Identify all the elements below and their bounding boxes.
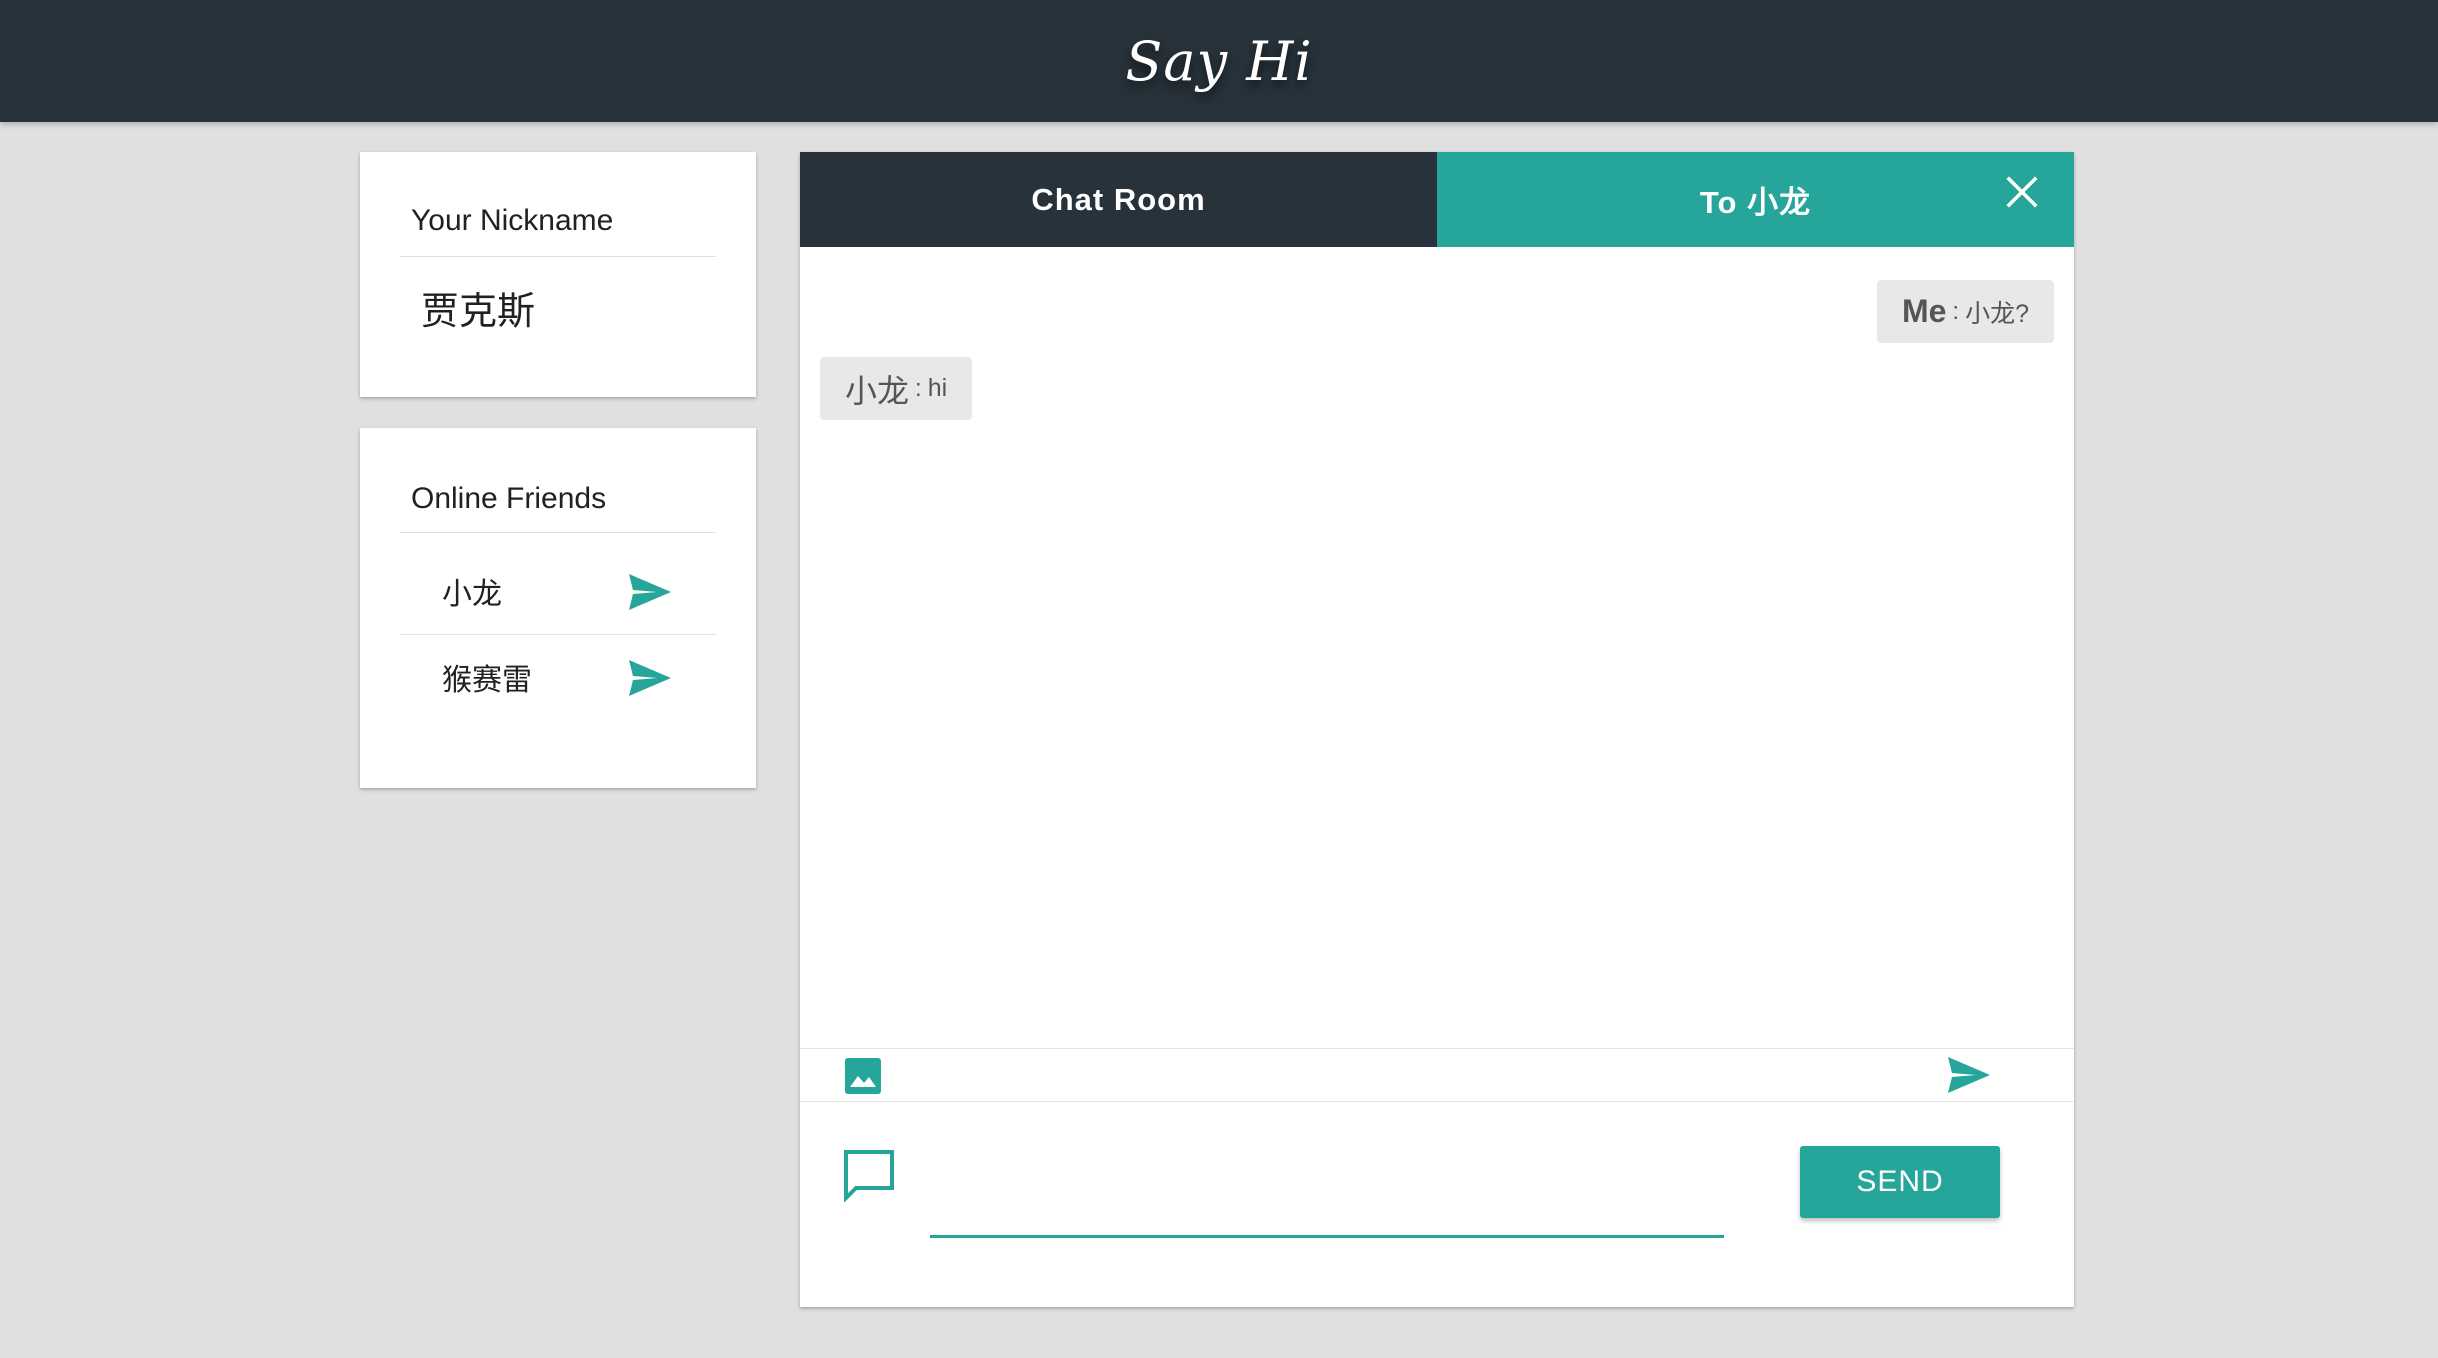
tab-private-chat[interactable]: To 小龙 (1437, 152, 2074, 247)
message-separator: : (1952, 297, 1960, 325)
app-header: Say Hi (0, 0, 2438, 122)
nickname-card-title: Your Nickname (411, 204, 614, 237)
send-icon[interactable] (627, 658, 673, 698)
send-button[interactable]: SEND (1800, 1146, 2000, 1218)
send-icon[interactable] (1946, 1055, 1992, 1095)
chat-bubble-icon (844, 1150, 894, 1202)
nickname-card: Your Nickname 贾克斯 (360, 152, 756, 397)
send-icon[interactable] (627, 572, 673, 612)
image-icon[interactable] (844, 1057, 882, 1095)
message-text: hi (927, 374, 948, 402)
compose-area: SEND (800, 1102, 2074, 1307)
online-friends-title: Online Friends (411, 482, 607, 515)
online-friends-card: Online Friends 小龙 猴赛雷 (360, 428, 756, 788)
close-icon[interactable] (2004, 174, 2040, 210)
chat-tabs: Chat Room To 小龙 (800, 152, 2074, 247)
tab-chat-room[interactable]: Chat Room (800, 152, 1437, 247)
message-toolbar (800, 1048, 2074, 1102)
message-sender: 小龙 (845, 372, 910, 409)
friend-name: 猴赛雷 (442, 664, 532, 697)
tab-label: Chat Room (1031, 181, 1206, 217)
divider (400, 532, 716, 533)
message-input[interactable] (930, 1158, 1724, 1238)
friend-item[interactable]: 小龙 (400, 548, 716, 634)
tab-label: To 小龙 (1699, 185, 1812, 220)
message-text: 小龙? (1965, 299, 2029, 328)
nickname-value: 贾克斯 (421, 291, 536, 333)
app-title: Say Hi (1125, 29, 1313, 93)
divider (400, 256, 716, 257)
message-incoming: 小龙 : hi (820, 357, 973, 420)
friend-item[interactable]: 猴赛雷 (400, 634, 716, 720)
message-outgoing: Me : 小龙? (1876, 280, 2054, 343)
friend-name: 小龙 (442, 578, 502, 611)
chat-panel: Chat Room To 小龙 Me : 小龙? 小龙 : hi SEND (800, 152, 2074, 1307)
message-separator: : (915, 374, 922, 402)
message-sender: Me (1901, 293, 1947, 329)
